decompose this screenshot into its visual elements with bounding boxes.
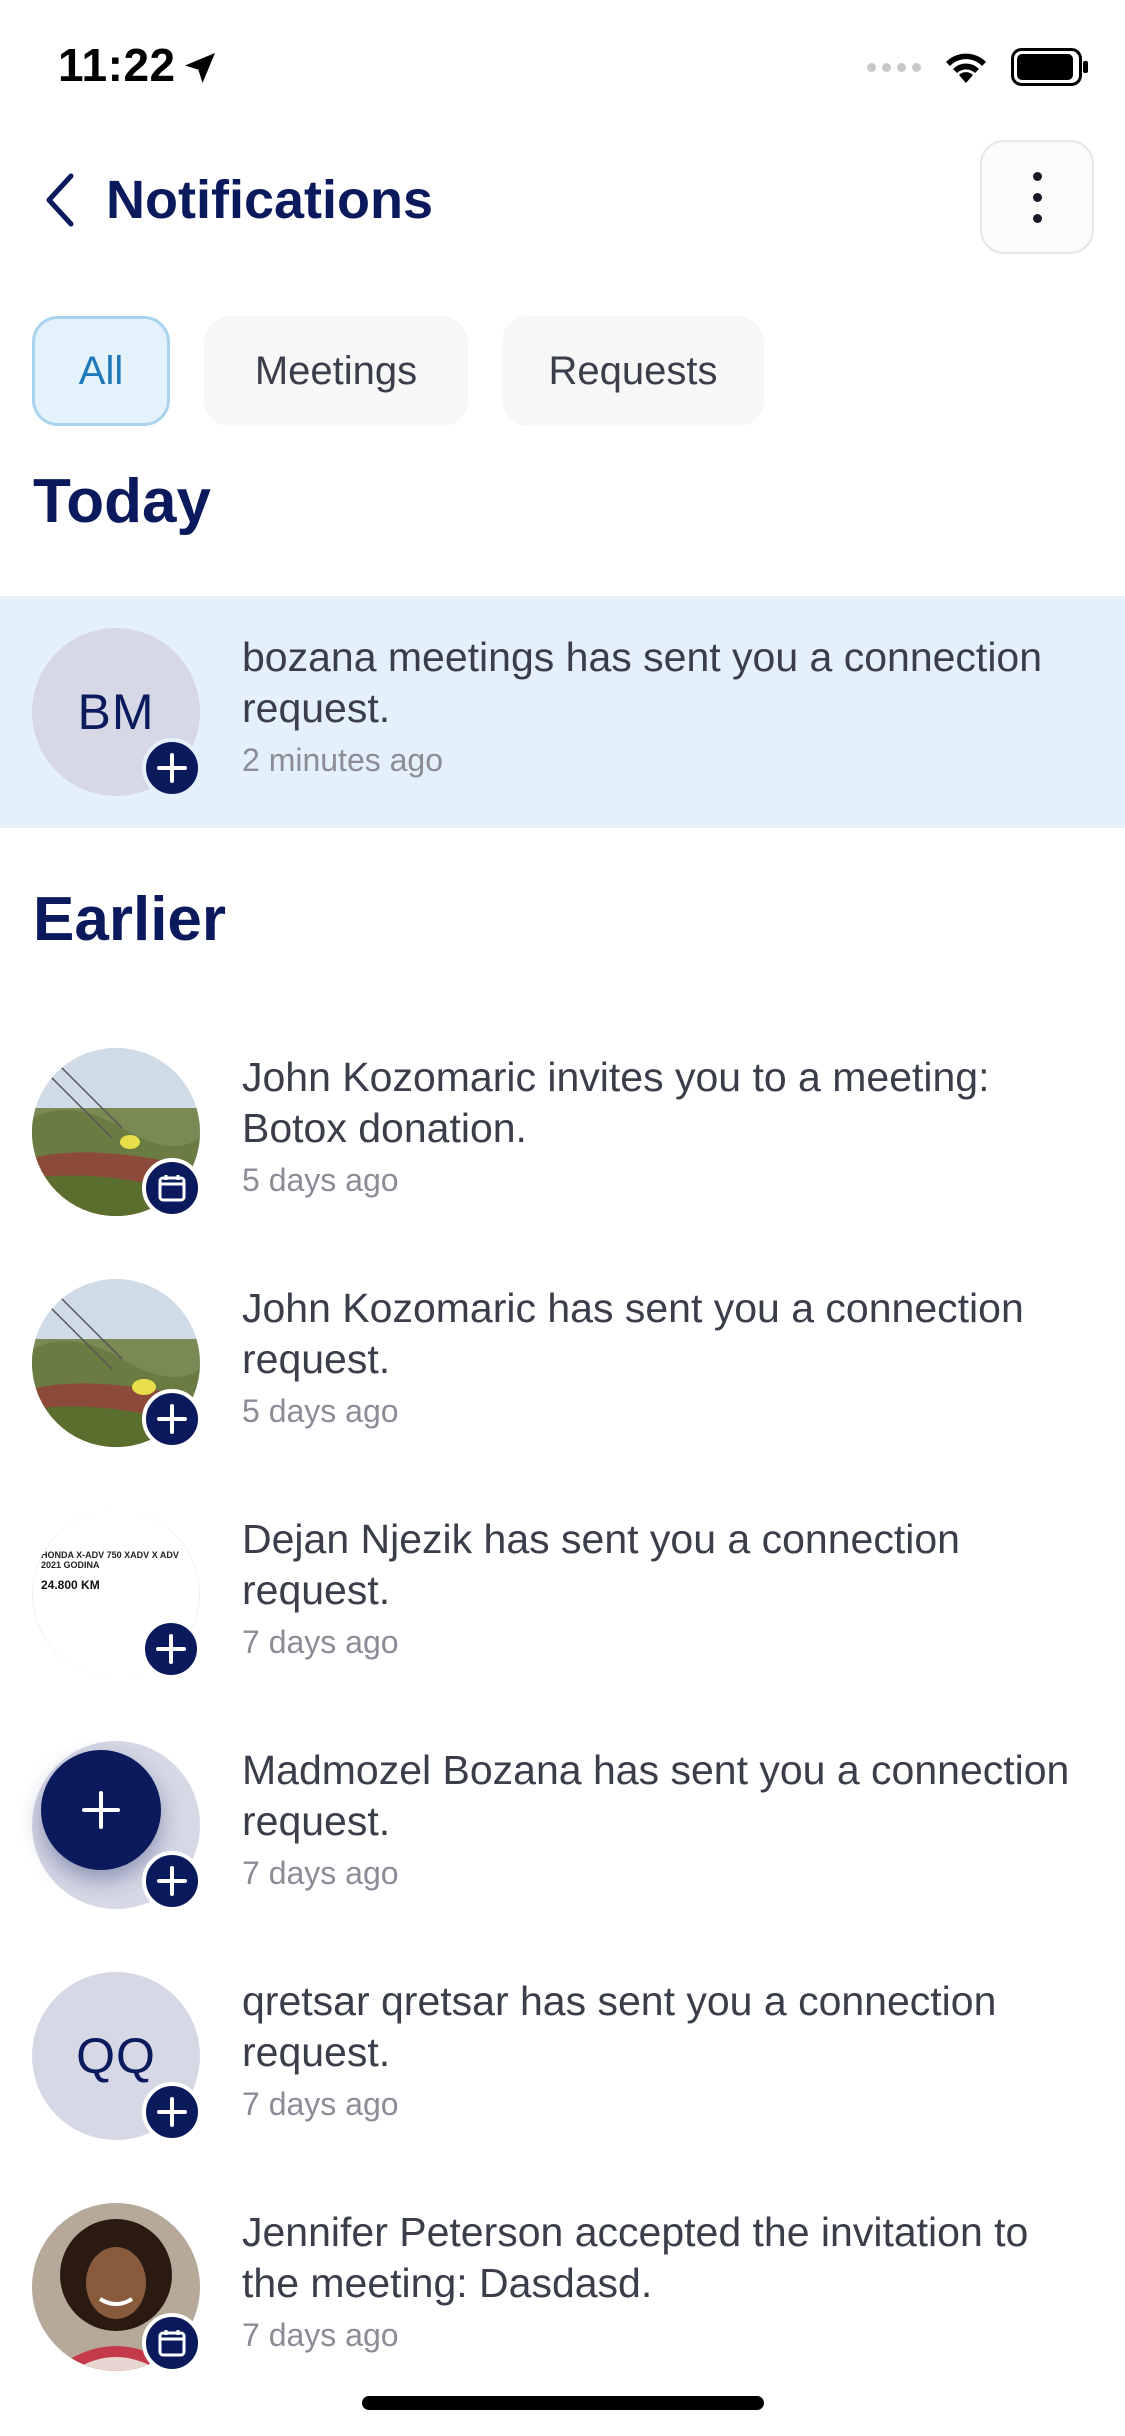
more-options-button[interactable] bbox=[980, 140, 1094, 254]
notification-message: John Kozomaric has sent you a connection… bbox=[242, 1285, 1024, 1382]
avatar bbox=[32, 1279, 202, 1449]
notification-message: qretsar qretsar has sent you a connectio… bbox=[242, 1978, 997, 2075]
page-title: Notifications bbox=[106, 170, 434, 230]
thumbnail-price: 24.800 KM bbox=[41, 1578, 100, 1592]
section-title-earlier: Earlier bbox=[33, 885, 227, 954]
back-button[interactable] bbox=[30, 162, 90, 238]
filter-tabs: All Meetings Requests bbox=[32, 316, 764, 426]
notification-message: Dejan Njezik has sent you a connection r… bbox=[242, 1516, 960, 1613]
avatar bbox=[32, 1741, 202, 1911]
avatar: QQ bbox=[32, 1972, 202, 2142]
notification-time: 7 days ago bbox=[242, 2086, 399, 2122]
status-indicators bbox=[867, 48, 1089, 86]
header: Notifications bbox=[0, 140, 1125, 260]
tab-all[interactable]: All bbox=[32, 316, 170, 426]
battery-icon bbox=[1011, 48, 1088, 86]
location-arrow-icon bbox=[185, 53, 215, 83]
notification-item[interactable]: QQ qretsar qretsar has sent you a connec… bbox=[0, 1940, 1125, 2172]
add-fab-button[interactable] bbox=[41, 1750, 161, 1870]
notification-item[interactable]: BM bozana meetings has sent you a connec… bbox=[0, 596, 1125, 828]
calendar-icon bbox=[142, 2313, 202, 2373]
thumbnail-subtitle: 2021 GODINA bbox=[41, 1560, 100, 1570]
notification-time: 7 days ago bbox=[242, 1624, 399, 1660]
tab-requests[interactable]: Requests bbox=[502, 316, 764, 426]
notification-item[interactable]: John Kozomaric invites you to a meeting:… bbox=[0, 1016, 1125, 1248]
avatar: HONDA X-ADV 750 XADV X ADV 2021 GODINA 2… bbox=[32, 1510, 201, 1679]
chevron-left-icon bbox=[46, 173, 74, 227]
more-vertical-icon bbox=[1032, 171, 1042, 181]
notification-time: 7 days ago bbox=[242, 1855, 399, 1891]
notification-message: John Kozomaric invites you to a meeting:… bbox=[242, 1054, 990, 1151]
avatar: BM bbox=[32, 628, 202, 798]
status-time: 11:22 bbox=[58, 39, 176, 91]
plus-icon bbox=[142, 1851, 202, 1911]
notification-time: 2 minutes ago bbox=[242, 742, 444, 778]
avatar-initials: QQ bbox=[76, 2028, 156, 2084]
thumbnail-title: HONDA X-ADV 750 XADV X ADV bbox=[41, 1550, 179, 1560]
notification-item[interactable]: Jennifer Peterson accepted the invitatio… bbox=[0, 2171, 1125, 2403]
notification-message: Jennifer Peterson accepted the invitatio… bbox=[242, 2209, 1029, 2306]
plus-icon bbox=[142, 738, 202, 798]
notification-time: 5 days ago bbox=[242, 1393, 399, 1429]
notification-item[interactable]: HONDA X-ADV 750 XADV X ADV 2021 GODINA 2… bbox=[0, 1478, 1125, 1710]
section-title-today: Today bbox=[33, 467, 211, 536]
calendar-icon bbox=[142, 1158, 202, 1218]
notification-item[interactable]: Madmozel Bozana has sent you a connectio… bbox=[0, 1709, 1125, 1941]
status-bar: 11:22 bbox=[0, 0, 1125, 140]
signal-icon bbox=[867, 62, 921, 72]
plus-icon bbox=[142, 1389, 202, 1449]
wifi-icon bbox=[946, 53, 986, 83]
notification-item[interactable]: John Kozomaric has sent you a connection… bbox=[0, 1247, 1125, 1479]
plus-icon bbox=[82, 1791, 120, 1829]
home-indicator[interactable] bbox=[362, 2396, 764, 2410]
avatar bbox=[32, 1048, 202, 1218]
notification-time: 5 days ago bbox=[242, 1162, 399, 1198]
tab-meetings[interactable]: Meetings bbox=[204, 316, 468, 426]
notification-message: bozana meetings has sent you a connectio… bbox=[242, 634, 1043, 731]
plus-icon bbox=[142, 2082, 202, 2142]
avatar bbox=[32, 2203, 202, 2373]
notification-message: Madmozel Bozana has sent you a connectio… bbox=[242, 1747, 1070, 1844]
plus-icon bbox=[141, 1619, 201, 1679]
avatar-initials: BM bbox=[77, 684, 155, 740]
notification-time: 7 days ago bbox=[242, 2317, 399, 2353]
